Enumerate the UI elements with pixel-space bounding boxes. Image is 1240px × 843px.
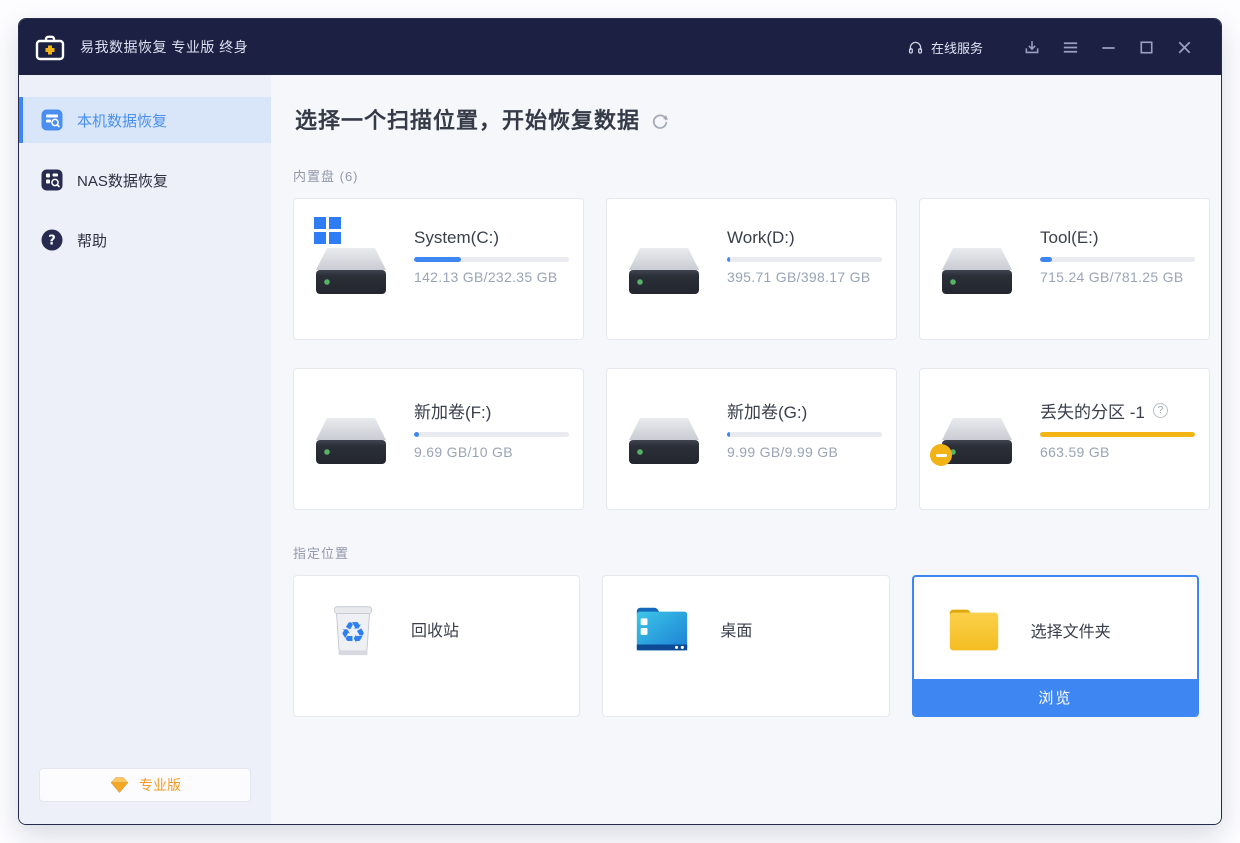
refresh-icon[interactable] <box>651 112 669 130</box>
drive-card[interactable]: 新加卷(G:) 9.99 GB/9.99 GB <box>606 368 897 510</box>
capacity-bar <box>1040 257 1195 262</box>
sidebar-item-local[interactable]: 本机数据恢复 <box>19 97 271 143</box>
drive-card[interactable]: 丢失的分区 -1 ? 663.59 GB <box>919 368 1210 510</box>
headset-icon <box>907 39 924 56</box>
hard-drive-icon <box>620 414 708 466</box>
location-card[interactable]: ♻ 回收站 <box>293 575 580 717</box>
capacity-bar <box>727 257 882 262</box>
capacity-bar <box>414 257 569 262</box>
locations-grid: ♻ 回收站 <box>293 575 1199 717</box>
drive-card[interactable]: Work(D:) 395.71 GB/398.17 GB <box>606 198 897 340</box>
drive-icon <box>620 384 710 509</box>
sidebar-item-label: 本机数据恢复 <box>77 110 167 131</box>
drive-name: Tool(E:) <box>1040 228 1099 248</box>
maximize-icon <box>1137 38 1156 57</box>
minimize-button[interactable] <box>1089 29 1127 65</box>
app-title: 易我数据恢复 专业版 终身 <box>80 37 248 57</box>
close-icon <box>1175 38 1194 57</box>
hard-drive-icon <box>307 414 395 466</box>
recycle-bin-icon: ♻ <box>322 598 384 660</box>
menu-button[interactable] <box>1051 29 1089 65</box>
location-card[interactable]: 桌面 <box>602 575 889 717</box>
sidebar-item-nas[interactable]: NAS数据恢复 <box>19 157 271 203</box>
edition-button[interactable]: 专业版 <box>39 768 251 802</box>
sidebar-item-label: NAS数据恢复 <box>77 170 168 191</box>
drives-section-label: 内置盘 (6) <box>293 166 1199 185</box>
drive-size: 663.59 GB <box>1040 444 1195 460</box>
drives-grid: System(C:) 142.13 GB/232.35 GB <box>293 198 1199 510</box>
sidebar-item-label: 帮助 <box>77 230 107 251</box>
edition-label: 专业版 <box>139 775 181 795</box>
hard-drive-icon <box>933 244 1021 296</box>
location-card[interactable]: 选择文件夹 浏览 <box>912 575 1199 717</box>
desktop-background: 易我数据恢复 专业版 终身 在线服务 <box>0 0 1240 843</box>
desktop-folder-icon <box>631 598 693 660</box>
maximize-button[interactable] <box>1127 29 1165 65</box>
location-label: 桌面 <box>720 617 752 641</box>
drive-size: 9.99 GB/9.99 GB <box>727 444 882 460</box>
locations-section-label: 指定位置 <box>293 543 1199 562</box>
drive-card[interactable]: 新加卷(F:) 9.69 GB/10 GB <box>293 368 584 510</box>
location-label: 回收站 <box>411 617 459 641</box>
drive-card[interactable]: Tool(E:) 715.24 GB/781.25 GB <box>919 198 1210 340</box>
folder-icon <box>942 599 1004 661</box>
drive-icon <box>307 384 397 509</box>
help-icon: ? <box>41 229 63 251</box>
download-button[interactable] <box>1013 29 1051 65</box>
drive-size: 395.71 GB/398.17 GB <box>727 269 882 285</box>
nas-recovery-icon <box>41 169 63 191</box>
browse-button[interactable]: 浏览 <box>914 679 1197 715</box>
lost-partition-minus-icon <box>930 444 952 466</box>
drive-size: 9.69 GB/10 GB <box>414 444 569 460</box>
online-service-label: 在线服务 <box>931 38 983 57</box>
drive-icon <box>620 214 710 339</box>
drive-icon <box>307 214 397 339</box>
close-button[interactable] <box>1165 29 1203 65</box>
capacity-bar <box>727 432 882 437</box>
hamburger-menu-icon <box>1061 38 1080 57</box>
capacity-bar <box>1040 432 1195 437</box>
drive-size: 142.13 GB/232.35 GB <box>414 269 569 285</box>
sidebar-item-help[interactable]: ? 帮助 <box>19 217 271 263</box>
sidebar: 本机数据恢复 NAS数据恢复 ? 帮助 <box>19 75 271 824</box>
help-circle-icon[interactable]: ? <box>1153 403 1168 418</box>
drive-icon <box>933 214 1023 339</box>
drive-name: System(C:) <box>414 228 499 248</box>
main-panel: 选择一个扫描位置，开始恢复数据 内置盘 (6) <box>271 75 1221 824</box>
drive-name: 丢失的分区 -1 <box>1040 398 1145 423</box>
capacity-bar <box>414 432 569 437</box>
gem-icon <box>109 776 130 794</box>
drive-size: 715.24 GB/781.25 GB <box>1040 269 1195 285</box>
minimize-icon <box>1099 38 1118 57</box>
page-title: 选择一个扫描位置，开始恢复数据 <box>295 103 640 135</box>
app-window: 易我数据恢复 专业版 终身 在线服务 <box>18 18 1222 825</box>
windows-logo-icon <box>314 217 341 244</box>
titlebar: 易我数据恢复 专业版 终身 在线服务 <box>19 19 1221 75</box>
location-label: 选择文件夹 <box>1031 618 1111 642</box>
local-recovery-icon <box>41 109 63 131</box>
drive-name: 新加卷(G:) <box>727 398 807 423</box>
drive-icon <box>933 384 1023 509</box>
hard-drive-icon <box>620 244 708 296</box>
drive-name: 新加卷(F:) <box>414 398 491 423</box>
svg-text:♻: ♻ <box>340 616 366 650</box>
drive-name: Work(D:) <box>727 228 795 248</box>
app-logo-icon <box>35 34 65 61</box>
drive-card[interactable]: System(C:) 142.13 GB/232.35 GB <box>293 198 584 340</box>
online-service-button[interactable]: 在线服务 <box>907 38 983 57</box>
hard-drive-icon <box>307 244 395 296</box>
svg-text:?: ? <box>48 234 56 249</box>
download-icon <box>1022 37 1042 57</box>
